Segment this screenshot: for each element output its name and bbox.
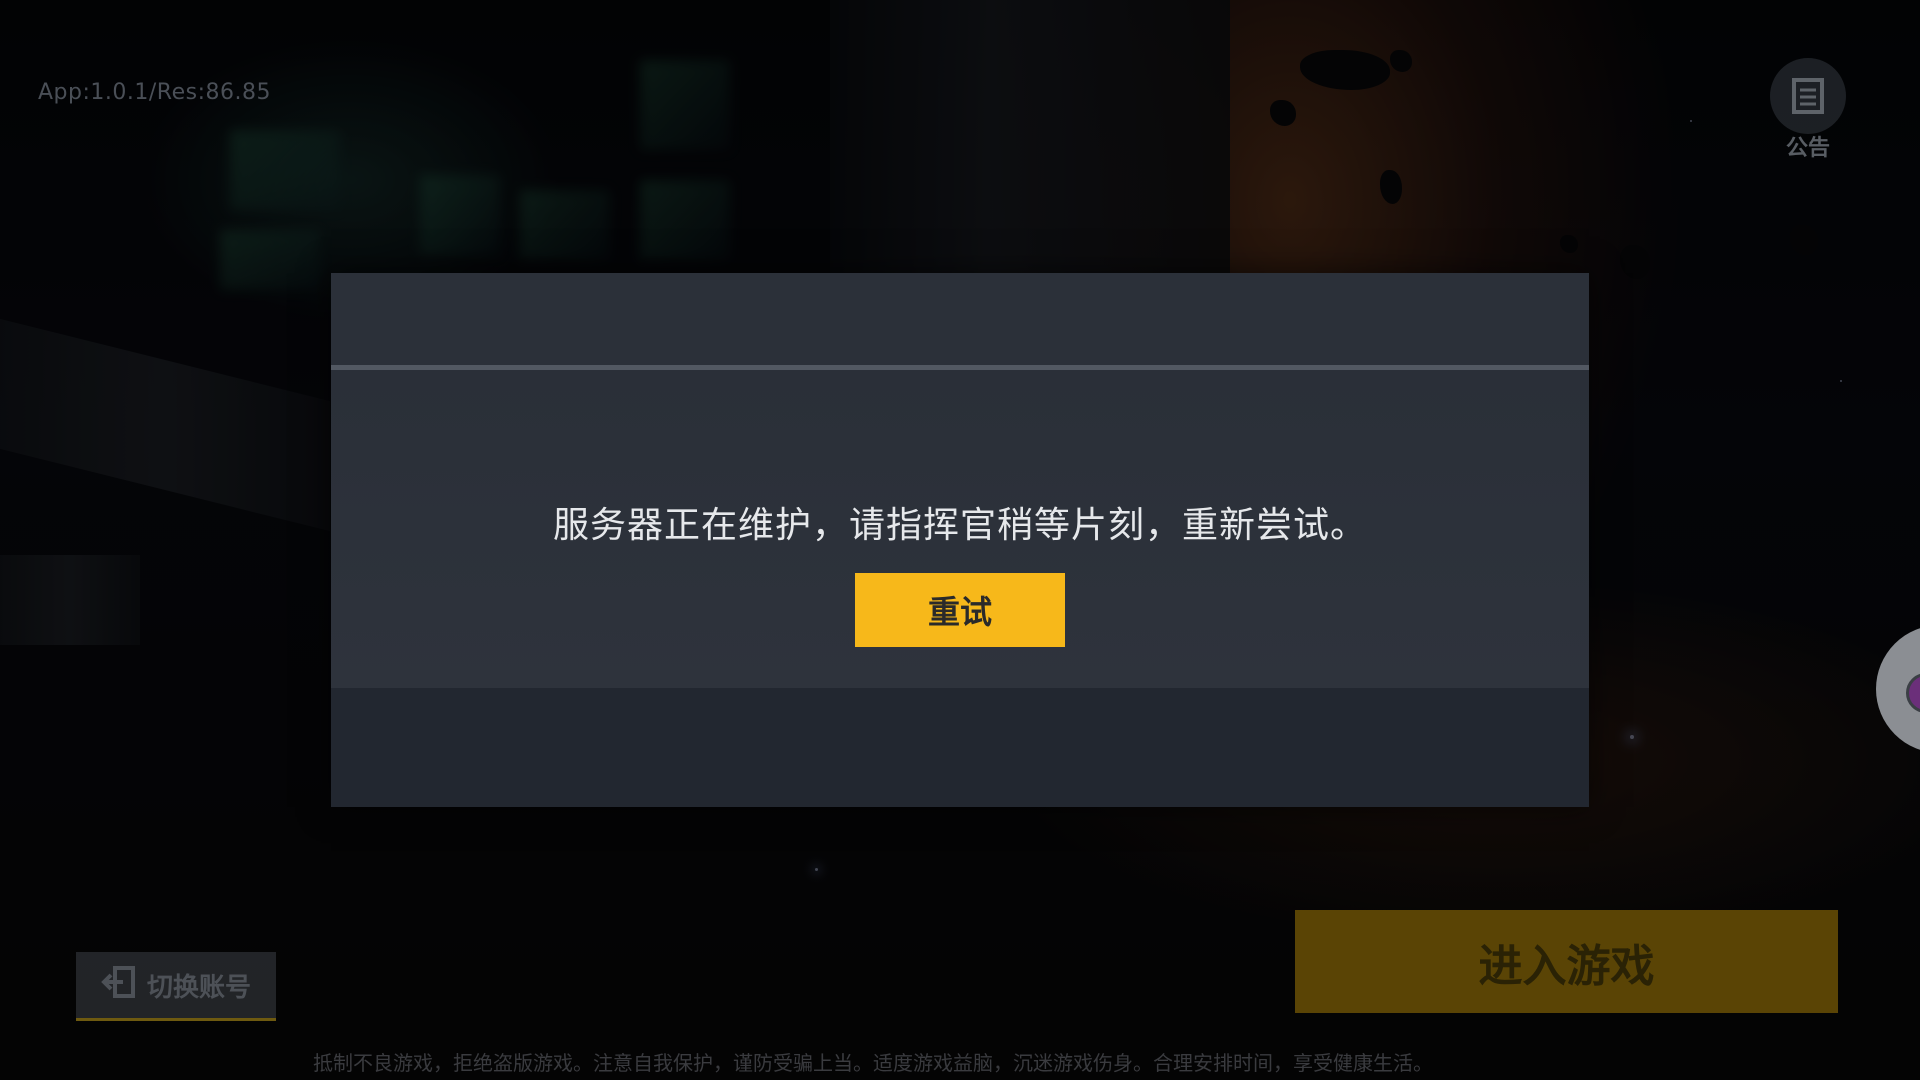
dialog-footer	[331, 688, 1589, 807]
version-label: App:1.0.1/Res:86.85	[38, 80, 271, 105]
switch-account-button[interactable]: 切换账号	[76, 952, 276, 1021]
health-notice: 抵制不良游戏，拒绝盗版游戏。注意自我保护，谨防受骗上当。适度游戏益脑，沉迷游戏伤…	[313, 1051, 1433, 1075]
retry-button[interactable]: 重试	[855, 573, 1065, 647]
notice-icon	[1770, 58, 1846, 134]
dialog-header	[331, 273, 1589, 365]
retry-label: 重试	[927, 593, 992, 631]
logout-icon	[101, 965, 137, 1006]
switch-account-label: 切换账号	[146, 972, 251, 1003]
notice-label: 公告	[1785, 136, 1830, 161]
assistant-icon	[1906, 673, 1920, 713]
dialog-message: 服务器正在维护，请指挥官稍等片刻，重新尝试。	[552, 505, 1367, 546]
game-launch-screen: App:1.0.1/Res:86.85 公告 切换账号 进入游戏 抵制不良游戏，…	[0, 0, 1920, 1080]
notice-button[interactable]: 公告	[1770, 58, 1846, 162]
maintenance-dialog: 服务器正在维护，请指挥官稍等片刻，重新尝试。 重试	[331, 273, 1589, 807]
enter-game-button[interactable]: 进入游戏	[1295, 910, 1838, 1013]
enter-game-label: 进入游戏	[1478, 940, 1655, 992]
